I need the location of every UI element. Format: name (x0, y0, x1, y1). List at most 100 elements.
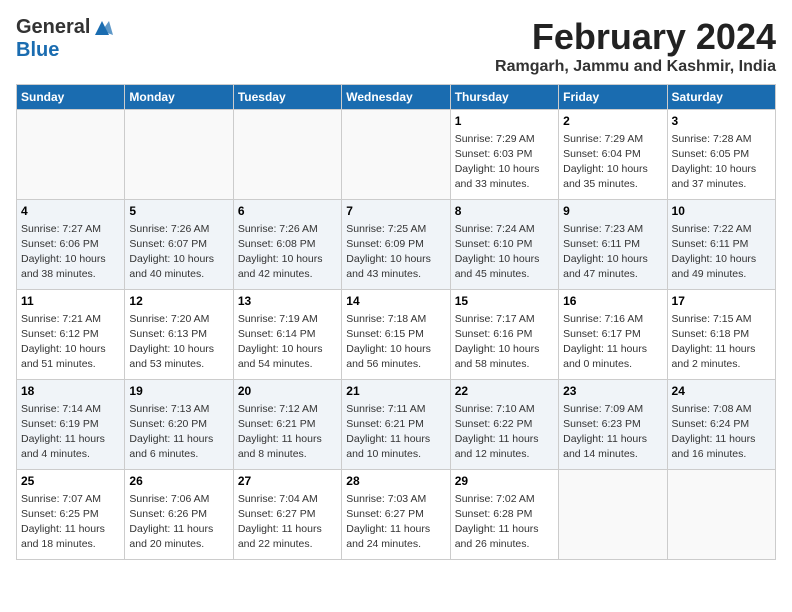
logo-blue-text: Blue (16, 39, 59, 61)
calendar-week-row: 1Sunrise: 7:29 AMSunset: 6:03 PMDaylight… (17, 110, 776, 200)
day-info: Sunrise: 7:04 AMSunset: 6:27 PMDaylight:… (238, 492, 337, 553)
day-number: 16 (563, 293, 662, 310)
calendar-cell: 19 Sunrise: 7:13 AMSunset: 6:20 PMDayligh… (125, 380, 233, 470)
calendar-header-tuesday: Tuesday (233, 85, 341, 110)
day-number: 14 (346, 293, 445, 310)
calendar-cell: 29Sunrise: 7:02 AMSunset: 6:28 PMDayligh… (450, 470, 558, 560)
calendar-cell (559, 470, 667, 560)
day-number: 8 (455, 203, 554, 220)
calendar-cell: 24 Sunrise: 7:08 AMSunset: 6:24 PMDayligh… (667, 380, 775, 470)
calendar-cell: 25 Sunrise: 7:07 AMSunset: 6:25 PMDayligh… (17, 470, 125, 560)
day-number: 1 (455, 113, 554, 130)
calendar-week-row: 11Sunrise: 7:21 AMSunset: 6:12 PMDayligh… (17, 290, 776, 380)
calendar-header-row: SundayMondayTuesdayWednesdayThursdayFrid… (17, 85, 776, 110)
day-number: 29 (455, 473, 554, 490)
day-number: 25 (21, 473, 120, 490)
day-number: 24 (672, 383, 771, 400)
calendar-cell: 13 Sunrise: 7:19 AMSunset: 6:14 PMDayligh… (233, 290, 341, 380)
day-info: Sunrise: 7:10 AMSunset: 6:22 PMDaylight:… (455, 402, 554, 463)
calendar-cell: 9Sunrise: 7:23 AMSunset: 6:11 PMDaylight… (559, 200, 667, 290)
day-info: Sunrise: 7:20 AMSunset: 6:13 PMDaylight:… (129, 312, 228, 373)
day-number: 15 (455, 293, 554, 310)
day-number: 2 (563, 113, 662, 130)
calendar-cell: 15Sunrise: 7:17 AMSunset: 6:16 PMDayligh… (450, 290, 558, 380)
calendar-cell: 20 Sunrise: 7:12 AMSunset: 6:21 PMDayligh… (233, 380, 341, 470)
calendar-cell: 27 Sunrise: 7:04 AMSunset: 6:27 PMDayligh… (233, 470, 341, 560)
day-number: 13 (238, 293, 337, 310)
day-info: Sunrise: 7:27 AMSunset: 6:06 PMDaylight:… (21, 222, 120, 283)
day-number: 18 (21, 383, 120, 400)
calendar-cell: 28Sunrise: 7:03 AMSunset: 6:27 PMDayligh… (342, 470, 450, 560)
day-info: Sunrise: 7:15 AMSunset: 6:18 PMDaylight:… (672, 312, 771, 373)
calendar-cell: 12Sunrise: 7:20 AMSunset: 6:13 PMDayligh… (125, 290, 233, 380)
day-info: Sunrise: 7:13 AMSunset: 6:20 PMDaylight:… (129, 402, 228, 463)
calendar-header-wednesday: Wednesday (342, 85, 450, 110)
calendar-cell (667, 470, 775, 560)
calendar-cell: 26 Sunrise: 7:06 AMSunset: 6:26 PMDayligh… (125, 470, 233, 560)
calendar-cell: 6 Sunrise: 7:26 AMSunset: 6:08 PMDaylight… (233, 200, 341, 290)
logo-general-text: General (16, 16, 90, 39)
logo-icon (91, 17, 113, 39)
calendar-cell: 22 Sunrise: 7:10 AMSunset: 6:22 PMDayligh… (450, 380, 558, 470)
calendar-cell: 18 Sunrise: 7:14 AMSunset: 6:19 PMDayligh… (17, 380, 125, 470)
calendar-week-row: 4 Sunrise: 7:27 AMSunset: 6:06 PMDaylight… (17, 200, 776, 290)
day-info: Sunrise: 7:07 AMSunset: 6:25 PMDaylight:… (21, 492, 120, 553)
day-number: 4 (21, 203, 120, 220)
calendar-header-friday: Friday (559, 85, 667, 110)
day-number: 3 (672, 113, 771, 130)
day-number: 17 (672, 293, 771, 310)
day-info: Sunrise: 7:11 AMSunset: 6:21 PMDaylight:… (346, 402, 445, 463)
day-info: Sunrise: 7:22 AMSunset: 6:11 PMDaylight:… (672, 222, 771, 283)
calendar-cell: 17 Sunrise: 7:15 AMSunset: 6:18 PMDayligh… (667, 290, 775, 380)
page-title: February 2024 (495, 16, 776, 58)
day-number: 6 (238, 203, 337, 220)
day-number: 26 (129, 473, 228, 490)
day-number: 27 (238, 473, 337, 490)
calendar-cell: 5Sunrise: 7:26 AMSunset: 6:07 PMDaylight… (125, 200, 233, 290)
title-block: February 2024 Ramgarh, Jammu and Kashmir… (495, 16, 776, 76)
day-info: Sunrise: 7:06 AMSunset: 6:26 PMDaylight:… (129, 492, 228, 553)
day-number: 23 (563, 383, 662, 400)
day-info: Sunrise: 7:14 AMSunset: 6:19 PMDaylight:… (21, 402, 120, 463)
calendar-cell (233, 110, 341, 200)
calendar-cell: 16Sunrise: 7:16 AMSunset: 6:17 PMDayligh… (559, 290, 667, 380)
page-header: General Blue February 2024 Ramgarh, Jamm… (16, 16, 776, 76)
calendar-cell: 2 Sunrise: 7:29 AMSunset: 6:04 PMDaylight… (559, 110, 667, 200)
day-info: Sunrise: 7:18 AMSunset: 6:15 PMDaylight:… (346, 312, 445, 373)
page-subtitle: Ramgarh, Jammu and Kashmir, India (495, 58, 776, 76)
day-info: Sunrise: 7:29 AMSunset: 6:04 PMDaylight:… (563, 132, 662, 193)
calendar-cell: 23 Sunrise: 7:09 AMSunset: 6:23 PMDayligh… (559, 380, 667, 470)
calendar-cell: 21 Sunrise: 7:11 AMSunset: 6:21 PMDayligh… (342, 380, 450, 470)
calendar-cell: 3 Sunrise: 7:28 AMSunset: 6:05 PMDaylight… (667, 110, 775, 200)
day-number: 20 (238, 383, 337, 400)
day-info: Sunrise: 7:21 AMSunset: 6:12 PMDaylight:… (21, 312, 120, 373)
day-number: 19 (129, 383, 228, 400)
calendar-cell: 11Sunrise: 7:21 AMSunset: 6:12 PMDayligh… (17, 290, 125, 380)
day-number: 7 (346, 203, 445, 220)
calendar-cell: 8 Sunrise: 7:24 AMSunset: 6:10 PMDaylight… (450, 200, 558, 290)
calendar-table: SundayMondayTuesdayWednesdayThursdayFrid… (16, 84, 776, 560)
day-info: Sunrise: 7:12 AMSunset: 6:21 PMDaylight:… (238, 402, 337, 463)
calendar-cell: 10Sunrise: 7:22 AMSunset: 6:11 PMDayligh… (667, 200, 775, 290)
day-info: Sunrise: 7:26 AMSunset: 6:08 PMDaylight:… (238, 222, 337, 283)
day-info: Sunrise: 7:03 AMSunset: 6:27 PMDaylight:… (346, 492, 445, 553)
calendar-cell (17, 110, 125, 200)
calendar-cell: 1Sunrise: 7:29 AMSunset: 6:03 PMDaylight… (450, 110, 558, 200)
logo: General Blue (16, 16, 113, 62)
calendar-header-monday: Monday (125, 85, 233, 110)
day-info: Sunrise: 7:09 AMSunset: 6:23 PMDaylight:… (563, 402, 662, 463)
calendar-cell: 4 Sunrise: 7:27 AMSunset: 6:06 PMDaylight… (17, 200, 125, 290)
calendar-cell: 7Sunrise: 7:25 AMSunset: 6:09 PMDaylight… (342, 200, 450, 290)
day-number: 21 (346, 383, 445, 400)
day-number: 22 (455, 383, 554, 400)
day-info: Sunrise: 7:08 AMSunset: 6:24 PMDaylight:… (672, 402, 771, 463)
day-number: 9 (563, 203, 662, 220)
calendar-header-saturday: Saturday (667, 85, 775, 110)
day-info: Sunrise: 7:24 AMSunset: 6:10 PMDaylight:… (455, 222, 554, 283)
day-info: Sunrise: 7:19 AMSunset: 6:14 PMDaylight:… (238, 312, 337, 373)
calendar-cell (125, 110, 233, 200)
calendar-header-thursday: Thursday (450, 85, 558, 110)
calendar-cell (342, 110, 450, 200)
calendar-cell: 14 Sunrise: 7:18 AMSunset: 6:15 PMDayligh… (342, 290, 450, 380)
day-info: Sunrise: 7:28 AMSunset: 6:05 PMDaylight:… (672, 132, 771, 193)
